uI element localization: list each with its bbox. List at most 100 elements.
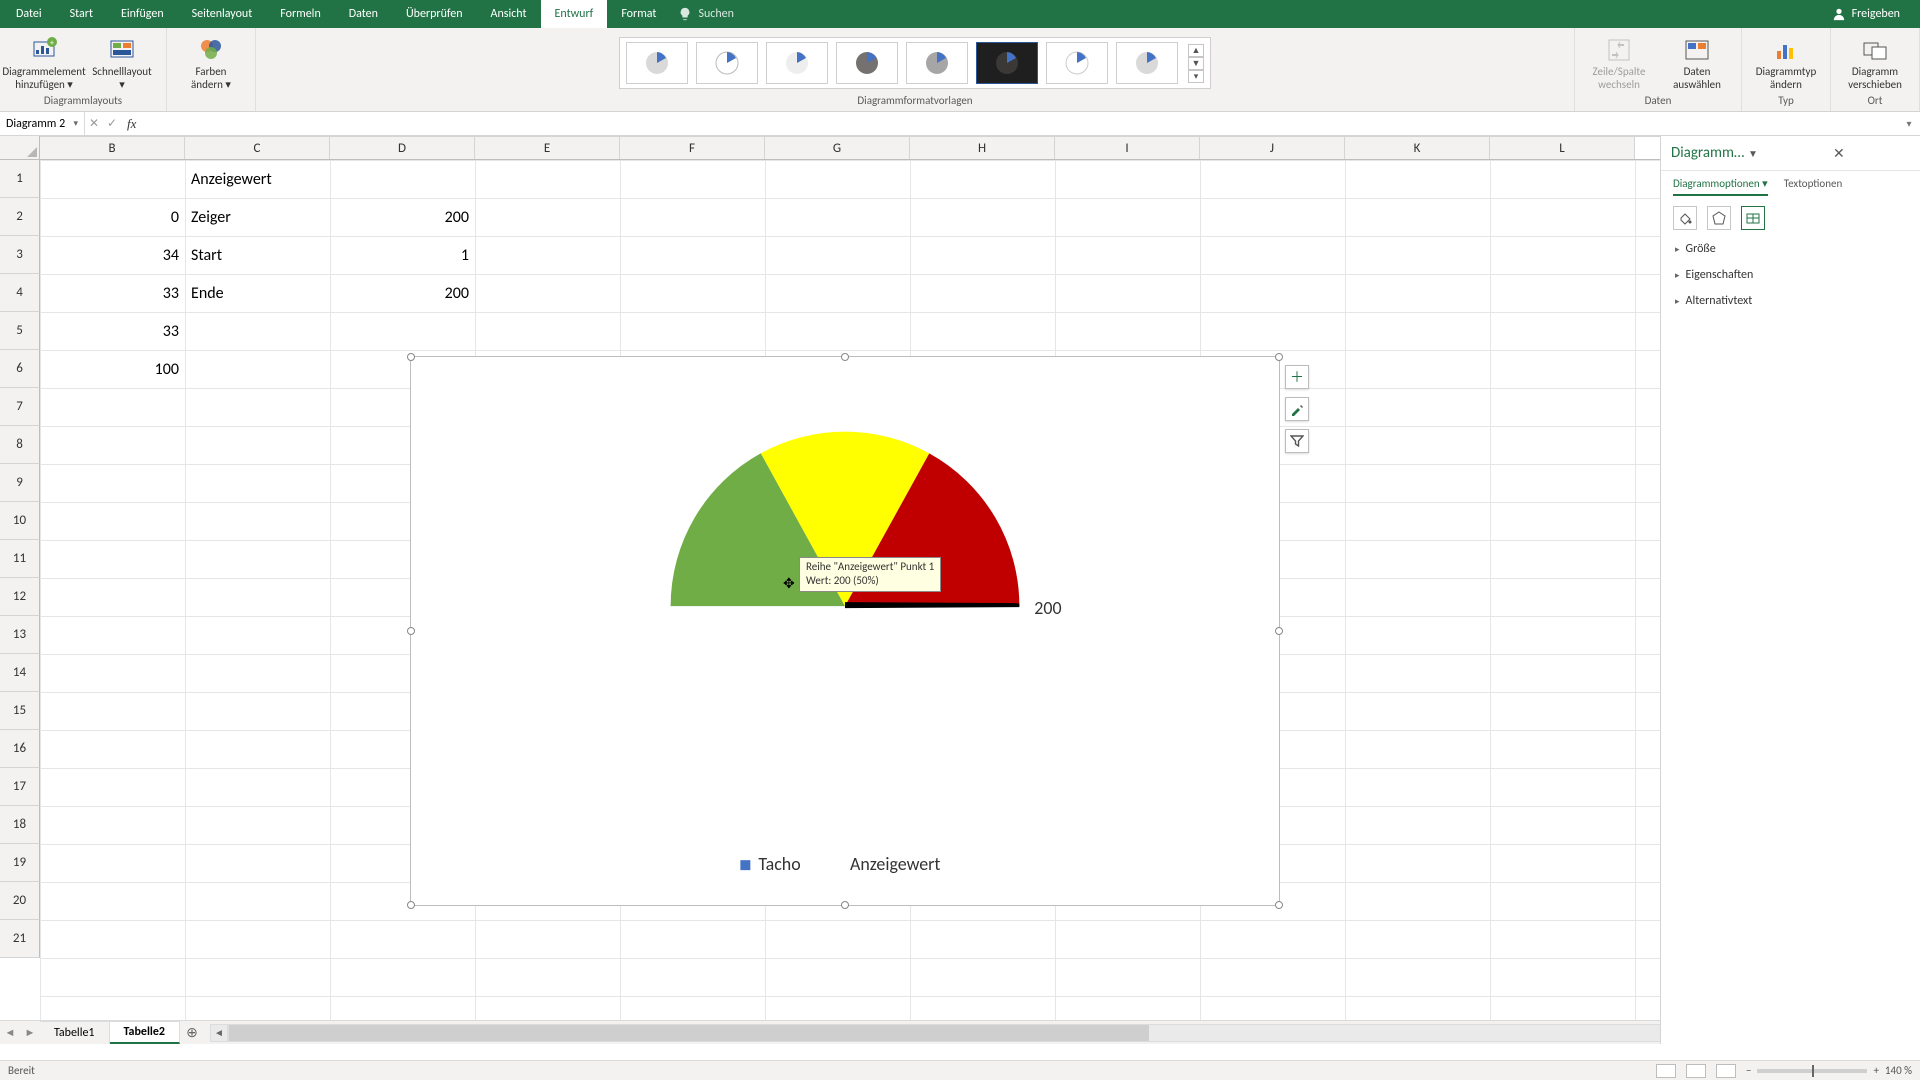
pentagon-icon xyxy=(1712,211,1726,225)
chart-side-buttons: ＋ xyxy=(1285,365,1309,453)
worksheet[interactable]: BCDEFGHIJKL 1234567891011121314151617181… xyxy=(0,136,1920,1044)
bulb-icon xyxy=(678,7,692,21)
group-data-label: Daten xyxy=(1645,94,1672,109)
tab-nav-prev[interactable]: ◄ xyxy=(0,1026,20,1039)
quick-layout-button[interactable]: Schnelllayout ▾ xyxy=(86,32,158,91)
move-chart-button[interactable]: Diagramm verschieben xyxy=(1839,32,1911,91)
colors-icon xyxy=(198,37,224,63)
cell-D2[interactable]: 200 xyxy=(330,198,475,236)
name-box[interactable]: Diagramm 2 xyxy=(0,112,85,135)
pane-icon-size[interactable] xyxy=(1741,206,1765,230)
chart-elements-button[interactable]: ＋ xyxy=(1285,365,1309,389)
sheet-tab-2[interactable]: Tabelle2 xyxy=(110,1021,180,1044)
group-type: Diagrammtyp ändern Typ xyxy=(1742,28,1831,111)
fx-icon[interactable]: fx xyxy=(127,116,136,132)
cell-C1[interactable]: Anzeigewert xyxy=(185,160,330,198)
status-bar: Bereit −+ 140 % xyxy=(0,1060,1920,1080)
tab-ueberpruefen[interactable]: Überprüfen xyxy=(392,0,477,28)
group-location-label: Ort xyxy=(1868,94,1883,109)
pane-close-button[interactable]: ✕ xyxy=(1833,145,1910,162)
chart-filters-button[interactable] xyxy=(1285,429,1309,453)
cell-C2[interactable]: Zeiger xyxy=(185,198,330,236)
style-4[interactable] xyxy=(836,42,898,84)
tab-ansicht[interactable]: Ansicht xyxy=(477,0,541,28)
gauge-chart[interactable]: 200 Tacho Anzeigewert xyxy=(411,357,1279,905)
style-6[interactable] xyxy=(976,42,1038,84)
select-data-icon xyxy=(1684,37,1710,63)
cell-B2[interactable]: 0 xyxy=(40,198,185,236)
select-data-button[interactable]: Daten auswählen xyxy=(1661,32,1733,91)
view-page-layout[interactable] xyxy=(1686,1064,1706,1078)
tab-einfuegen[interactable]: Einfügen xyxy=(107,0,178,28)
chart-type-icon xyxy=(1773,37,1799,63)
formula-expand[interactable]: ▾ xyxy=(1898,117,1920,130)
chart-object[interactable]: 200 Tacho Anzeigewert ✥ Reihe "Anzeigewe… xyxy=(410,356,1280,906)
cell-C3[interactable]: Start xyxy=(185,236,330,274)
pane-section-size[interactable]: Größe xyxy=(1661,236,1920,262)
change-chart-type-button[interactable]: Diagrammtyp ändern xyxy=(1750,32,1822,91)
style-2[interactable] xyxy=(696,42,758,84)
row-headers[interactable]: 123456789101112131415161718192021 xyxy=(0,160,40,958)
tab-entwurf[interactable]: Entwurf xyxy=(541,0,608,28)
style-7[interactable] xyxy=(1046,42,1108,84)
scroll-left[interactable]: ◄ xyxy=(210,1024,228,1042)
cell-C4[interactable]: Ende xyxy=(185,274,330,312)
cell-D4[interactable]: 200 xyxy=(330,274,475,312)
pane-title-dropdown[interactable]: ▼ xyxy=(1748,147,1825,160)
sheet-tabs: ◄ ► Tabelle1 Tabelle2 ⊕ xyxy=(0,1021,204,1044)
fx-cancel[interactable]: ✕ xyxy=(85,116,103,131)
group-styles: ▲▼▾ Diagrammformatvorlagen xyxy=(256,28,1575,111)
add-chart-element-button[interactable]: + Diagrammelement hinzufügen ▾ xyxy=(8,32,80,91)
tab-seitenlayout[interactable]: Seitenlayout xyxy=(178,0,267,28)
select-all-triangle[interactable] xyxy=(0,136,40,160)
view-page-break[interactable] xyxy=(1716,1064,1736,1078)
pane-icon-fill[interactable] xyxy=(1673,206,1697,230)
tab-format[interactable]: Format xyxy=(607,0,670,28)
style-1[interactable] xyxy=(626,42,688,84)
cell-B6[interactable]: 100 xyxy=(40,350,185,388)
bucket-icon xyxy=(1678,211,1692,225)
tab-daten[interactable]: Daten xyxy=(335,0,392,28)
column-headers[interactable]: BCDEFGHIJKL xyxy=(40,136,1898,160)
pane-section-properties[interactable]: Eigenschaften xyxy=(1661,262,1920,288)
zoom-level[interactable]: 140 % xyxy=(1885,1064,1912,1077)
group-colors: Farben ändern ▾ xyxy=(167,28,256,111)
tell-me-search[interactable]: Suchen xyxy=(678,7,733,21)
tab-nav-next[interactable]: ► xyxy=(20,1026,40,1039)
group-styles-label: Diagrammformatvorlagen xyxy=(857,94,972,109)
pane-tab-text[interactable]: Textoptionen xyxy=(1784,177,1843,196)
view-normal[interactable] xyxy=(1656,1064,1676,1078)
cell-B3[interactable]: 34 xyxy=(40,236,185,274)
tab-datei[interactable]: Datei xyxy=(2,0,56,28)
size-icon xyxy=(1746,211,1760,225)
formula-input[interactable] xyxy=(142,112,1898,135)
ribbon: + Diagrammelement hinzufügen ▾ Schnellla… xyxy=(0,28,1920,112)
funnel-icon xyxy=(1290,434,1304,448)
share-button[interactable]: Freigeben xyxy=(1852,7,1900,21)
style-3[interactable] xyxy=(766,42,828,84)
fx-accept[interactable]: ✓ xyxy=(103,116,121,131)
sheet-tab-1[interactable]: Tabelle1 xyxy=(40,1021,110,1044)
style-8[interactable] xyxy=(1116,42,1178,84)
group-type-label: Typ xyxy=(1778,94,1794,109)
cell-D3[interactable]: 1 xyxy=(330,236,475,274)
style-5[interactable] xyxy=(906,42,968,84)
change-colors-button[interactable]: Farben ändern ▾ xyxy=(175,32,247,91)
pane-section-alttext[interactable]: Alternativtext xyxy=(1661,288,1920,314)
zoom-control[interactable]: −+ 140 % xyxy=(1746,1064,1912,1077)
pane-tab-options[interactable]: Diagrammoptionen ▾ xyxy=(1673,177,1768,196)
pane-title: Diagrammbereich f… xyxy=(1671,144,1748,162)
cell-grid[interactable]: Anzeigewert 0 Zeiger 200 34 Start 1 33 E… xyxy=(40,160,1898,1044)
cell-B4[interactable]: 33 xyxy=(40,274,185,312)
add-sheet-button[interactable]: ⊕ xyxy=(180,1023,204,1042)
chart-styles-button[interactable] xyxy=(1285,397,1309,421)
tab-start[interactable]: Start xyxy=(56,0,107,28)
format-pane: Diagrammbereich f… ▼ ✕ Diagrammoptionen … xyxy=(1660,136,1920,1044)
chart-style-gallery[interactable]: ▲▼▾ xyxy=(619,37,1211,89)
chart-legend[interactable]: Tacho Anzeigewert xyxy=(740,853,940,875)
status-ready: Bereit xyxy=(8,1064,35,1077)
tab-formeln[interactable]: Formeln xyxy=(266,0,334,28)
cell-B5[interactable]: 33 xyxy=(40,312,185,350)
pane-icon-effects[interactable] xyxy=(1707,206,1731,230)
style-gallery-spinner[interactable]: ▲▼▾ xyxy=(1188,44,1204,83)
